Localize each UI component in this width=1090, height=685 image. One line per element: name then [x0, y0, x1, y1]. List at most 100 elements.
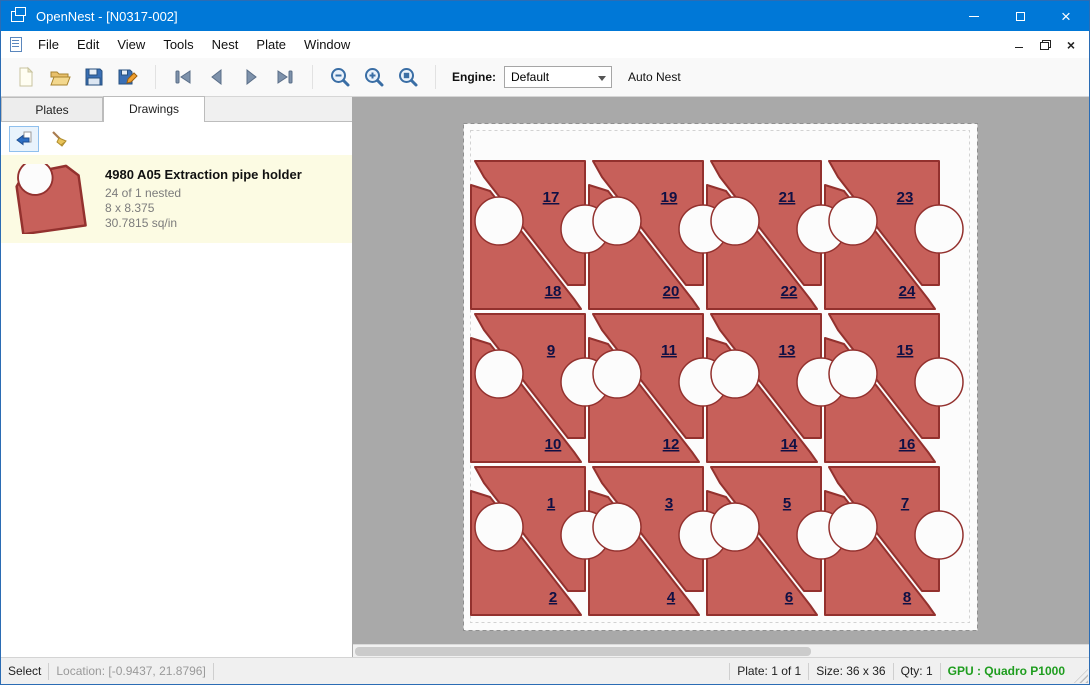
tab-plates[interactable]: Plates: [1, 97, 103, 121]
broom-icon: [50, 129, 70, 149]
menu-bar: File Edit View Tools Nest Plate Window ×: [1, 31, 1089, 58]
part-number: 7: [901, 495, 909, 512]
circular-cutout: [711, 503, 759, 551]
circular-cutout: [915, 205, 963, 253]
close-button[interactable]: ×: [1043, 1, 1089, 31]
status-separator: [213, 663, 214, 680]
part-number: 20: [663, 283, 680, 300]
toolbar-separator: [312, 65, 313, 89]
open-button[interactable]: [43, 62, 77, 92]
sidebar-toolbar: [1, 122, 352, 155]
part-number: 23: [897, 189, 914, 206]
horizontal-scrollbar[interactable]: [353, 644, 1089, 657]
circular-cutout: [711, 197, 759, 245]
plate-svg[interactable]: 171819202122232491011121314151612345678: [463, 123, 978, 631]
part-number: 3: [665, 495, 673, 512]
circular-cutout: [915, 358, 963, 406]
zoom-out-button[interactable]: [323, 62, 357, 92]
next-plate-button[interactable]: [234, 62, 268, 92]
part-number: 4: [667, 589, 676, 606]
engine-select[interactable]: Default: [504, 66, 612, 88]
first-arrow-icon: [172, 66, 194, 88]
first-plate-button[interactable]: [166, 62, 200, 92]
maximize-icon: [1016, 12, 1025, 21]
menu-edit[interactable]: Edit: [68, 32, 108, 57]
drawing-area: 30.7815 sq/in: [105, 216, 302, 231]
save-button[interactable]: [77, 62, 111, 92]
last-plate-button[interactable]: [268, 62, 302, 92]
auto-nest-button[interactable]: Auto Nest: [628, 70, 681, 84]
drawing-list-item[interactable]: 4980 A05 Extraction pipe holder 24 of 1 …: [1, 155, 352, 243]
status-bar: Select Location: [-0.9437, 21.8796] Plat…: [1, 657, 1089, 684]
menu-plate[interactable]: Plate: [247, 32, 295, 57]
menu-window[interactable]: Window: [295, 32, 359, 57]
sidebar: Plates Drawings 4980: [1, 97, 353, 657]
arrow-left-page-icon: [14, 129, 34, 149]
circular-cutout: [829, 350, 877, 398]
engine-value: Default: [511, 70, 549, 84]
status-plate: Plate: 1 of 1: [730, 664, 808, 678]
zoom-out-icon: [329, 66, 351, 88]
minimize-button[interactable]: [951, 1, 997, 31]
menu-nest[interactable]: Nest: [203, 32, 248, 57]
part-number: 19: [661, 189, 678, 206]
status-qty: Qty: 1: [894, 664, 940, 678]
drawing-nested-count: 24 of 1 nested: [105, 186, 302, 201]
clear-button[interactable]: [45, 126, 75, 152]
zoom-fit-button[interactable]: [391, 62, 425, 92]
part-number: 13: [779, 342, 796, 359]
app-window: OpenNest - [N0317-002] × File Edit View …: [0, 0, 1090, 685]
part-number: 6: [785, 589, 793, 606]
mdi-restore-button[interactable]: [1032, 35, 1058, 55]
save-floppy-icon: [83, 66, 105, 88]
part-number: 18: [545, 283, 562, 300]
mdi-minimize-button[interactable]: [1006, 35, 1032, 55]
status-mode: Select: [1, 664, 48, 678]
sidebar-tabs: Plates Drawings: [1, 97, 352, 122]
part-number: 8: [903, 589, 911, 606]
menu-view[interactable]: View: [108, 32, 154, 57]
status-location: Location: [-0.9437, 21.8796]: [49, 664, 212, 678]
main-toolbar: Engine: Default Auto Nest: [1, 58, 1089, 97]
save-edit-button[interactable]: [111, 62, 145, 92]
circular-cutout: [829, 503, 877, 551]
status-size: Size: 36 x 36: [809, 664, 892, 678]
part-number: 11: [661, 342, 677, 359]
send-to-plate-button[interactable]: [9, 126, 39, 152]
plate[interactable]: 171819202122232491011121314151612345678: [463, 123, 978, 631]
previous-plate-button[interactable]: [200, 62, 234, 92]
previous-arrow-icon: [206, 66, 228, 88]
new-button[interactable]: [9, 62, 43, 92]
part-number: 17: [543, 189, 560, 206]
zoom-in-button[interactable]: [357, 62, 391, 92]
part-number: 24: [899, 283, 916, 300]
mdi-minimize-icon: [1015, 47, 1023, 48]
resize-grip[interactable]: [1074, 669, 1088, 683]
mdi-restore-icon: [1040, 40, 1051, 50]
mdi-close-button[interactable]: ×: [1058, 35, 1084, 55]
maximize-button[interactable]: [997, 1, 1043, 31]
part-number: 22: [781, 283, 798, 300]
document-icon: [10, 37, 22, 52]
nest-canvas[interactable]: 171819202122232491011121314151612345678: [353, 97, 1089, 644]
circular-cutout: [711, 350, 759, 398]
part-number: 10: [545, 436, 562, 453]
zoom-fit-icon: [397, 66, 419, 88]
tab-drawings[interactable]: Drawings: [103, 96, 205, 122]
minimize-icon: [969, 16, 979, 17]
menu-tools[interactable]: Tools: [154, 32, 202, 57]
part-number: 16: [899, 436, 916, 453]
part-number: 1: [547, 495, 555, 512]
app-icon: [11, 11, 24, 22]
circular-cutout: [475, 197, 523, 245]
floppy-pencil-icon: [117, 66, 139, 88]
menu-file[interactable]: File: [29, 32, 68, 57]
circular-cutout: [829, 197, 877, 245]
scrollbar-thumb[interactable]: [355, 647, 811, 656]
circular-cutout: [593, 197, 641, 245]
open-folder-icon: [49, 66, 71, 88]
part-number: 14: [781, 436, 798, 453]
last-arrow-icon: [274, 66, 296, 88]
part-number: 21: [779, 189, 796, 206]
drawing-title: 4980 A05 Extraction pipe holder: [105, 167, 302, 182]
